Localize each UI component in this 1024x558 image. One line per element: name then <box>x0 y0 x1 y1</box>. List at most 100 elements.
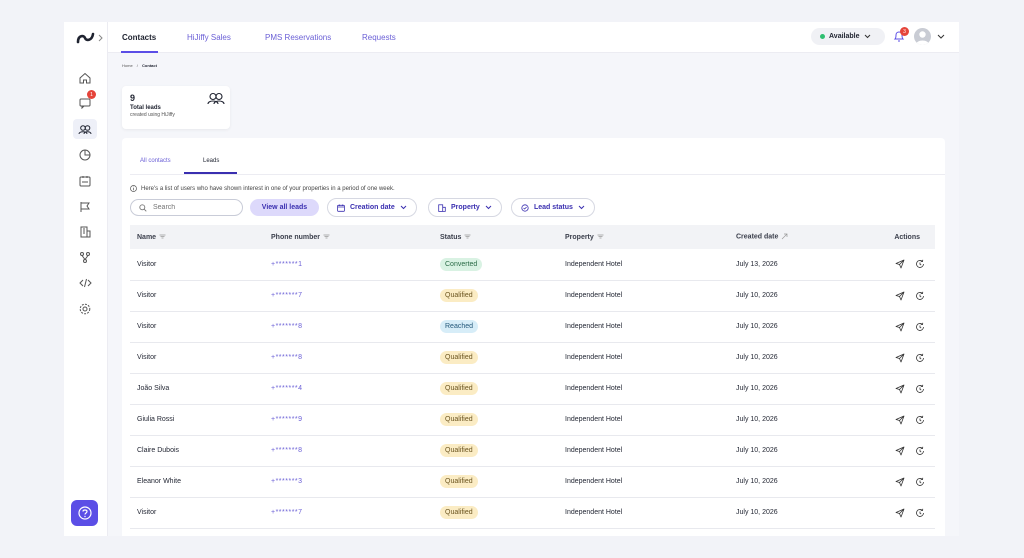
leads-icon <box>207 92 225 105</box>
chat-icon[interactable]: 1 <box>76 90 96 112</box>
history-icon[interactable] <box>915 477 925 487</box>
hijiffy-logo[interactable] <box>76 30 108 46</box>
history-icon[interactable] <box>915 259 925 269</box>
cell-phone[interactable]: +*******7 <box>264 497 433 528</box>
col-actions: Actions <box>859 225 935 249</box>
chevron-right-icon[interactable] <box>98 34 104 42</box>
tab-leads[interactable]: Leads <box>203 158 219 164</box>
logo-icon <box>76 32 95 44</box>
send-icon[interactable] <box>895 322 905 332</box>
table-row[interactable]: Visitor +*******8 Reached Independent Ho… <box>130 311 935 342</box>
cell-phone[interactable]: +*******4 <box>264 373 433 404</box>
send-icon[interactable] <box>895 384 905 394</box>
history-icon[interactable] <box>915 508 925 518</box>
table-row[interactable]: Giulia Rossi +*******9 Qualified Indepen… <box>130 404 935 435</box>
cell-phone[interactable]: +*******8 <box>264 435 433 466</box>
availability-label: Available <box>829 33 860 40</box>
history-icon[interactable] <box>915 353 925 363</box>
table-row[interactable]: Visitor +*******8 Qualified Independent … <box>130 342 935 373</box>
cell-date: July 10, 2026 <box>736 416 778 423</box>
cell-date: July 10, 2026 <box>736 385 778 392</box>
creation-date-filter[interactable]: Creation date <box>327 198 417 217</box>
col-phone-label: Phone number <box>271 233 321 241</box>
cell-status: Reached <box>433 311 558 342</box>
table-row[interactable]: Visitor +*******7 Qualified Independent … <box>130 497 935 528</box>
settings-icon[interactable] <box>76 300 94 318</box>
tab-pms-reservations[interactable]: PMS Reservations <box>265 33 331 42</box>
cell-phone[interactable]: +*******3 <box>264 466 433 497</box>
chevron-down-icon <box>485 205 492 210</box>
availability-dropdown[interactable]: Available <box>811 28 885 45</box>
send-icon[interactable] <box>895 415 905 425</box>
search-box[interactable] <box>130 199 243 216</box>
code-icon[interactable] <box>76 274 94 292</box>
top-bar: Contacts HiJiffy Sales PMS Reservations … <box>108 22 959 53</box>
status-badge: Qualified <box>440 413 478 426</box>
table-row[interactable]: Claire Dubois +*******8 Qualified Indepe… <box>130 435 935 466</box>
table-row[interactable]: João Silva +*******4 Qualified Independe… <box>130 373 935 404</box>
col-name[interactable]: Name <box>130 225 264 249</box>
history-icon[interactable] <box>915 322 925 332</box>
cell-status: Qualified <box>433 466 558 497</box>
property-filter[interactable]: Property <box>428 198 502 217</box>
account-chevron-icon[interactable] <box>937 34 945 40</box>
history-icon[interactable] <box>915 291 925 301</box>
integrations-icon[interactable] <box>76 248 94 266</box>
building-icon[interactable] <box>76 223 94 241</box>
notification-bell[interactable]: 3 <box>893 27 909 48</box>
stat-label: Total leads <box>130 105 161 111</box>
home-icon[interactable] <box>76 69 94 87</box>
col-property[interactable]: Property <box>558 225 729 249</box>
breadcrumb-home[interactable]: Home <box>122 63 133 68</box>
cell-actions <box>859 342 935 373</box>
send-icon[interactable] <box>895 508 905 518</box>
leads-card: All contacts Leads Here's a list of user… <box>122 138 945 536</box>
cell-property: Independent Hotel <box>565 509 623 516</box>
cell-phone[interactable]: +*******7 <box>264 280 433 311</box>
view-all-leads-button[interactable]: View all leads <box>250 199 319 216</box>
status-badge: Qualified <box>440 289 478 302</box>
cell-phone[interactable]: +*******9 <box>264 404 433 435</box>
send-icon[interactable] <box>895 259 905 269</box>
tab-hijiffy-sales[interactable]: HiJiffy Sales <box>187 33 231 42</box>
cell-actions <box>859 497 935 528</box>
cell-status: Qualified <box>433 280 558 311</box>
cell-date: July 10, 2026 <box>736 323 778 330</box>
campaign-icon[interactable] <box>76 198 94 216</box>
lead-status-filter[interactable]: Lead status <box>511 198 595 217</box>
analytics-icon[interactable] <box>76 146 94 164</box>
sort-icon <box>323 234 330 239</box>
table-row[interactable]: Eleanor White +*******3 Qualified Indepe… <box>130 466 935 497</box>
search-input[interactable] <box>153 204 233 211</box>
col-name-label: Name <box>137 233 157 241</box>
col-created-date[interactable]: Created date <box>729 225 859 249</box>
table-row[interactable]: Visitor +*******7 Qualified Independent … <box>130 280 935 311</box>
cell-phone[interactable]: +*******8 <box>264 342 433 373</box>
tabs-divider <box>130 174 945 175</box>
history-icon[interactable] <box>915 415 925 425</box>
send-icon[interactable] <box>895 477 905 487</box>
history-icon[interactable] <box>915 446 925 456</box>
sort-desc-icon <box>782 233 788 240</box>
tab-requests[interactable]: Requests <box>362 33 396 42</box>
send-icon[interactable] <box>895 446 905 456</box>
cell-phone[interactable]: +*******8 <box>264 311 433 342</box>
history-icon[interactable] <box>915 384 925 394</box>
cell-actions <box>859 280 935 311</box>
tab-all-contacts[interactable]: All contacts <box>140 158 171 164</box>
leads-table: Name Phone number Status Property Create… <box>130 225 935 529</box>
help-button[interactable] <box>71 500 98 526</box>
avatar[interactable] <box>914 28 931 45</box>
send-icon[interactable] <box>895 291 905 301</box>
send-icon[interactable] <box>895 353 905 363</box>
table-row[interactable]: Visitor +*******1 Converted Independent … <box>130 249 935 280</box>
contacts-icon[interactable] <box>73 119 97 139</box>
cell-phone[interactable]: +*******1 <box>264 249 433 280</box>
col-status[interactable]: Status <box>433 225 558 249</box>
breadcrumb: Home / Contact <box>122 63 157 68</box>
inbox-icon[interactable] <box>76 172 94 190</box>
tab-contacts[interactable]: Contacts <box>122 33 156 42</box>
app-window: 1 Contacts HiJiffy Sales PMS Reservation… <box>64 22 959 536</box>
property-icon <box>438 203 446 212</box>
col-phone[interactable]: Phone number <box>264 225 433 249</box>
